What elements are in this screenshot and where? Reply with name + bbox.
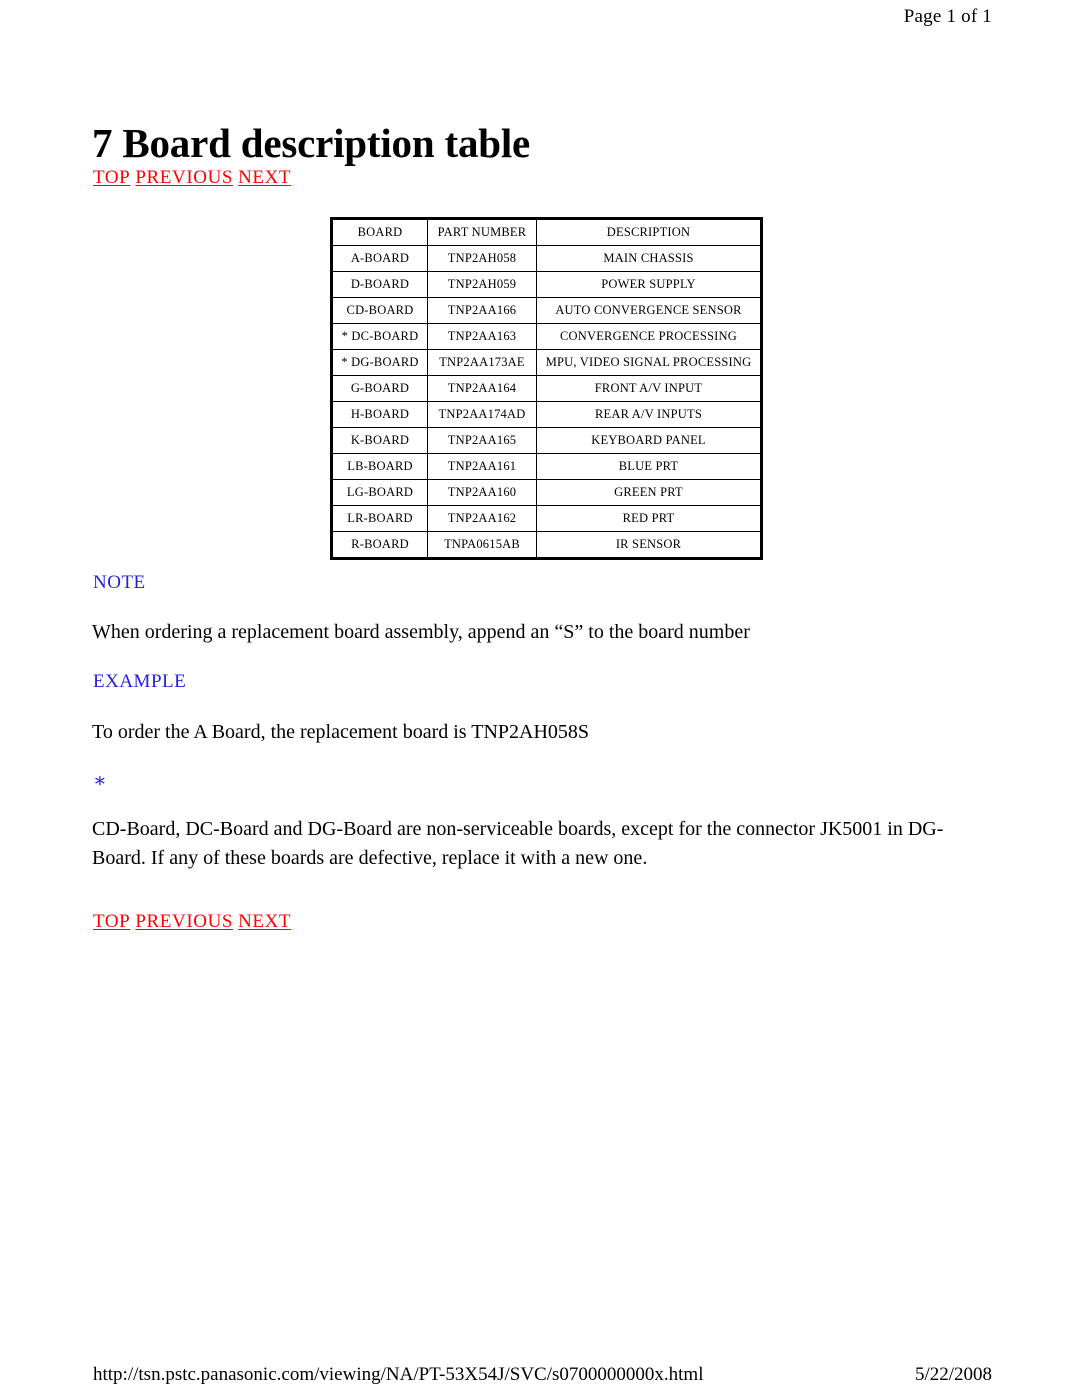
table-body: BOARD PART NUMBER DESCRIPTION A-BOARD TN… <box>331 218 762 559</box>
board-description-table: BOARD PART NUMBER DESCRIPTION A-BOARD TN… <box>330 217 763 560</box>
cell-description: CONVERGENCE PROCESSING <box>536 323 762 350</box>
table-row: K-BOARD TNP2AA165 KEYBOARD PANEL <box>331 427 762 454</box>
board-description-table-container: BOARD PART NUMBER DESCRIPTION A-BOARD TN… <box>330 217 763 560</box>
page-title: 7 Board description table <box>92 120 531 167</box>
cell-description: FRONT A/V INPUT <box>536 375 762 402</box>
cell-description: GREEN PRT <box>536 479 762 506</box>
cell-description: RED PRT <box>536 505 762 532</box>
nav-link-next[interactable]: NEXT <box>238 167 291 188</box>
cell-part-number: TNPA0615AB <box>427 531 537 559</box>
cell-part-number: TNP2AA174AD <box>427 401 537 428</box>
cell-board: LR-BOARD <box>331 505 428 532</box>
cell-part-number: TNP2AA165 <box>427 427 537 454</box>
cell-board: G-BOARD <box>331 375 428 402</box>
column-header-part-number: PART NUMBER <box>427 218 537 246</box>
table-row: LB-BOARD TNP2AA161 BLUE PRT <box>331 453 762 480</box>
cell-part-number: TNP2AA162 <box>427 505 537 532</box>
table-row: R-BOARD TNPA0615AB IR SENSOR <box>331 531 762 559</box>
table-row: A-BOARD TNP2AH058 MAIN CHASSIS <box>331 245 762 272</box>
nav-link-previous[interactable]: PREVIOUS <box>135 911 233 932</box>
cell-board: * DG-BOARD <box>331 349 428 376</box>
table-row: G-BOARD TNP2AA164 FRONT A/V INPUT <box>331 375 762 402</box>
table-row: LR-BOARD TNP2AA162 RED PRT <box>331 505 762 532</box>
cell-board: LG-BOARD <box>331 479 428 506</box>
nav-link-top[interactable]: TOP <box>93 167 130 188</box>
note-text: When ordering a replacement board assemb… <box>92 621 750 643</box>
column-header-description: DESCRIPTION <box>536 218 762 246</box>
footnote-marker: ∗ <box>93 770 107 792</box>
cell-part-number: TNP2AH058 <box>427 245 537 272</box>
table-row: LG-BOARD TNP2AA160 GREEN PRT <box>331 479 762 506</box>
cell-description: MAIN CHASSIS <box>536 245 762 272</box>
cell-part-number: TNP2AA161 <box>427 453 537 480</box>
cell-part-number: TNP2AA163 <box>427 323 537 350</box>
table-row: CD-BOARD TNP2AA166 AUTO CONVERGENCE SENS… <box>331 297 762 324</box>
cell-description: AUTO CONVERGENCE SENSOR <box>536 297 762 324</box>
table-row: * DC-BOARD TNP2AA163 CONVERGENCE PROCESS… <box>331 323 762 350</box>
example-label: EXAMPLE <box>93 671 187 692</box>
cell-board: R-BOARD <box>331 531 428 559</box>
document-page: { "header": { "page_indicator": "Page 1 … <box>0 0 1080 1397</box>
cell-part-number: TNP2AA160 <box>427 479 537 506</box>
table-row: * DG-BOARD TNP2AA173AE MPU, VIDEO SIGNAL… <box>331 349 762 376</box>
footnote-text: CD-Board, DC-Board and DG-Board are non-… <box>92 818 944 869</box>
cell-part-number: TNP2AA173AE <box>427 349 537 376</box>
column-header-board: BOARD <box>331 218 428 246</box>
cell-description: REAR A/V INPUTS <box>536 401 762 428</box>
footer-date: 5/22/2008 <box>914 1364 992 1385</box>
cell-description: POWER SUPPLY <box>536 271 762 298</box>
cell-description: KEYBOARD PANEL <box>536 427 762 454</box>
note-label: NOTE <box>93 572 146 593</box>
cell-board: K-BOARD <box>331 427 428 454</box>
table-row: D-BOARD TNP2AH059 POWER SUPPLY <box>331 271 762 298</box>
cell-board: H-BOARD <box>331 401 428 428</box>
nav-link-top[interactable]: TOP <box>93 911 130 932</box>
cell-description: IR SENSOR <box>536 531 762 559</box>
nav-link-previous[interactable]: PREVIOUS <box>135 167 233 188</box>
cell-board: LB-BOARD <box>331 453 428 480</box>
footer-url: http://tsn.pstc.panasonic.com/viewing/NA… <box>93 1364 704 1385</box>
cell-part-number: TNP2AA164 <box>427 375 537 402</box>
cell-board: CD-BOARD <box>331 297 428 324</box>
cell-part-number: TNP2AA166 <box>427 297 537 324</box>
table-row: H-BOARD TNP2AA174AD REAR A/V INPUTS <box>331 401 762 428</box>
cell-part-number: TNP2AH059 <box>427 271 537 298</box>
cell-board: * DC-BOARD <box>331 323 428 350</box>
navigation-links-top: TOP PREVIOUS NEXT <box>93 167 291 189</box>
cell-description: MPU, VIDEO SIGNAL PROCESSING <box>536 349 762 376</box>
cell-description: BLUE PRT <box>536 453 762 480</box>
example-text: To order the A Board, the replacement bo… <box>92 721 590 743</box>
page-indicator: Page 1 of 1 <box>903 6 992 27</box>
cell-board: D-BOARD <box>331 271 428 298</box>
navigation-links-bottom: TOP PREVIOUS NEXT <box>93 911 291 933</box>
nav-link-next[interactable]: NEXT <box>238 911 291 932</box>
cell-board: A-BOARD <box>331 245 428 272</box>
table-header-row: BOARD PART NUMBER DESCRIPTION <box>331 218 762 246</box>
